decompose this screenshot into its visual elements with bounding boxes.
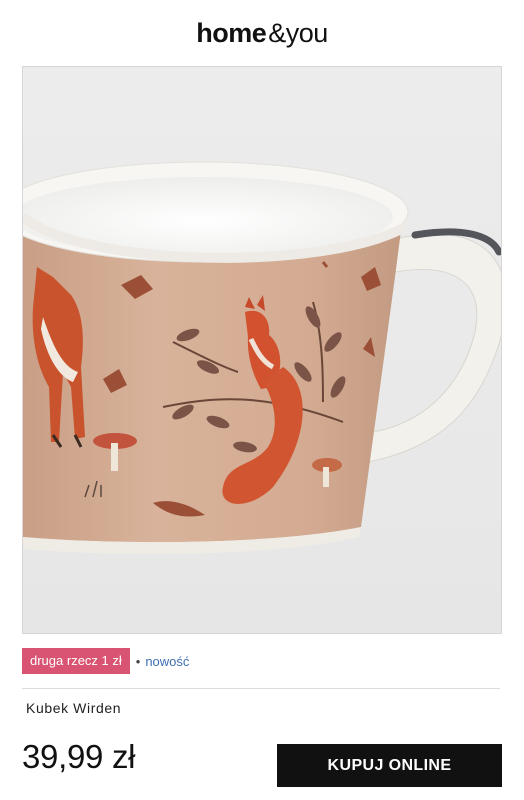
- product-badges: druga rzecz 1 zł • nowość: [22, 648, 189, 674]
- product-image[interactable]: [22, 66, 502, 634]
- product-price: 39,99 zł: [22, 738, 136, 775]
- home-and-you-logo[interactable]: home & you: [196, 18, 328, 49]
- mug-illustration: [23, 161, 501, 554]
- promo-badge: druga rzecz 1 zł: [22, 648, 130, 674]
- badge-separator: •: [135, 653, 141, 669]
- new-badge: nowość: [145, 653, 190, 669]
- buy-online-button[interactable]: KUPUJ ONLINE: [277, 744, 502, 787]
- logo-ampersand: &: [268, 17, 286, 48]
- divider: [22, 688, 500, 689]
- logo-word-you: you: [285, 17, 329, 48]
- site-header: home & you: [0, 0, 524, 66]
- product-name[interactable]: Kubek Wirden: [26, 700, 121, 716]
- logo-word-home: home: [196, 17, 267, 48]
